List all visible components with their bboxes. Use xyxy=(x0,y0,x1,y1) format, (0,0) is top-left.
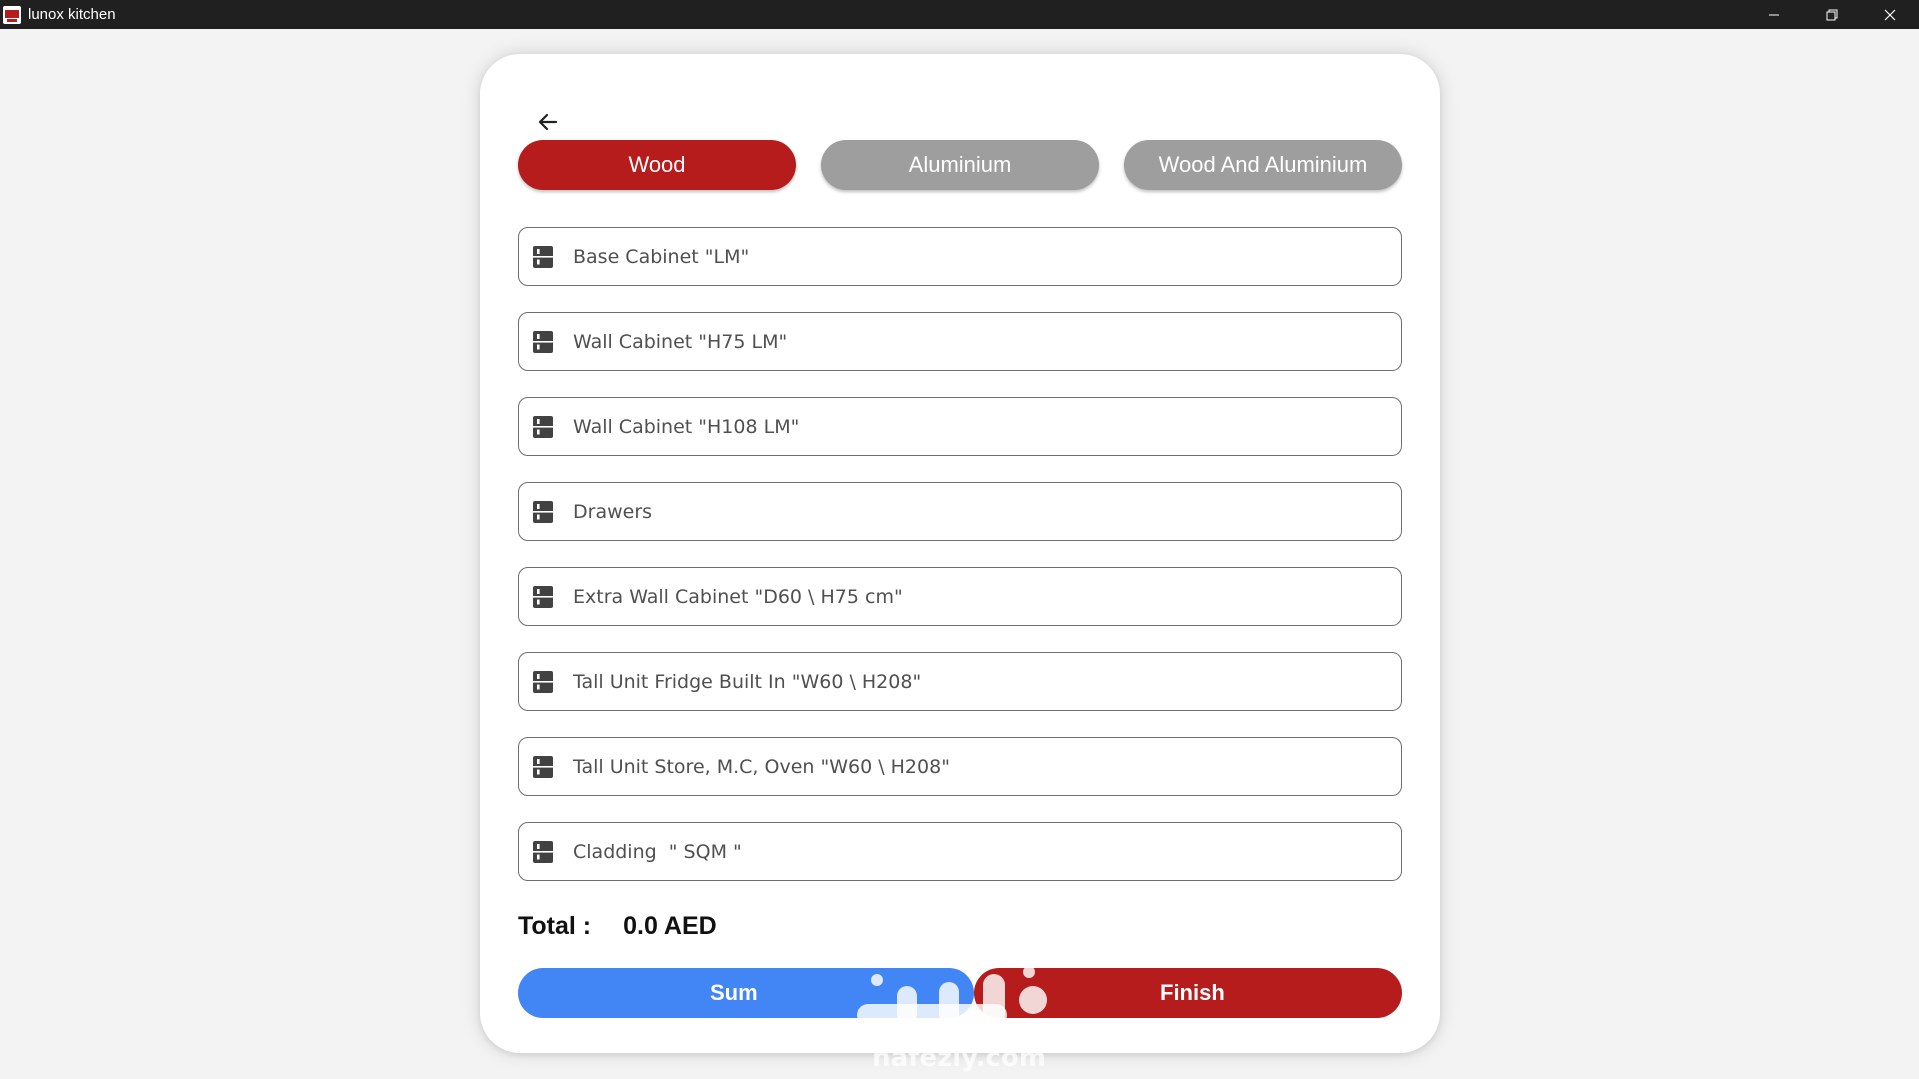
restore-button[interactable] xyxy=(1803,0,1861,29)
field-label: Base Cabinet "LM" xyxy=(573,245,750,268)
cabinet-icon xyxy=(533,670,553,693)
total-value: 0.0 AED xyxy=(623,912,717,940)
back-button[interactable] xyxy=(528,102,568,142)
cabinet-icon xyxy=(533,245,553,268)
window-title: lunox kitchen xyxy=(28,6,116,23)
close-button[interactable] xyxy=(1861,0,1919,29)
window-controls xyxy=(1745,0,1919,29)
total-label: Total : xyxy=(518,912,592,940)
drawers-field[interactable]: Drawers xyxy=(518,482,1402,541)
cabinet-icon xyxy=(533,330,553,353)
restore-icon xyxy=(1826,9,1838,20)
arrow-back-icon xyxy=(538,113,558,131)
cabinet-icon xyxy=(533,415,553,438)
tab-wood[interactable]: Wood xyxy=(518,140,796,190)
tab-aluminium[interactable]: Aluminium xyxy=(821,140,1099,190)
finish-button-label: Finish xyxy=(1160,980,1225,1005)
minimize-icon xyxy=(1769,14,1779,15)
cladding-field[interactable]: Cladding " SQM " xyxy=(518,822,1402,881)
material-tabs: Wood Aluminium Wood And Aluminium xyxy=(518,140,1402,190)
finish-button[interactable]: Finish xyxy=(974,968,1402,1018)
field-label: Extra Wall Cabinet "D60 \ H75 cm" xyxy=(573,585,903,608)
app-logo-icon xyxy=(3,5,21,24)
tall-unit-store-field[interactable]: Tall Unit Store, M.C, Oven "W60 \ H208" xyxy=(518,737,1402,796)
sum-button[interactable]: Sum xyxy=(518,968,974,1018)
wall-cabinet-h75-field[interactable]: Wall Cabinet "H75 LM" xyxy=(518,312,1402,371)
main-card: Wood Aluminium Wood And Aluminium Base C… xyxy=(480,54,1440,1053)
cabinet-icon xyxy=(533,755,553,778)
total-row: Total : 0.0 AED xyxy=(518,912,717,941)
window-titlebar: lunox kitchen xyxy=(0,0,1919,29)
cabinet-icon xyxy=(533,500,553,523)
close-icon xyxy=(1884,9,1896,20)
extra-wall-cabinet-field[interactable]: Extra Wall Cabinet "D60 \ H75 cm" xyxy=(518,567,1402,626)
field-label: Drawers xyxy=(573,500,653,523)
field-label: Tall Unit Fridge Built In "W60 \ H208" xyxy=(573,670,922,693)
tab-wood-and-aluminium[interactable]: Wood And Aluminium xyxy=(1124,140,1402,190)
action-buttons: Sum Finish xyxy=(518,968,1402,1018)
cabinet-icon xyxy=(533,840,553,863)
field-label: Wall Cabinet "H108 LM" xyxy=(573,415,800,438)
cabinet-fields: Base Cabinet "LM" Wall Cabinet "H75 LM" … xyxy=(518,227,1402,907)
base-cabinet-field[interactable]: Base Cabinet "LM" xyxy=(518,227,1402,286)
field-label: Tall Unit Store, M.C, Oven "W60 \ H208" xyxy=(573,755,950,778)
cabinet-icon xyxy=(533,585,553,608)
wall-cabinet-h108-field[interactable]: Wall Cabinet "H108 LM" xyxy=(518,397,1402,456)
minimize-button[interactable] xyxy=(1745,0,1803,29)
field-label: Wall Cabinet "H75 LM" xyxy=(573,330,788,353)
sum-button-label: Sum xyxy=(710,980,758,1005)
tall-unit-fridge-field[interactable]: Tall Unit Fridge Built In "W60 \ H208" xyxy=(518,652,1402,711)
field-label: Cladding " SQM " xyxy=(573,840,742,863)
